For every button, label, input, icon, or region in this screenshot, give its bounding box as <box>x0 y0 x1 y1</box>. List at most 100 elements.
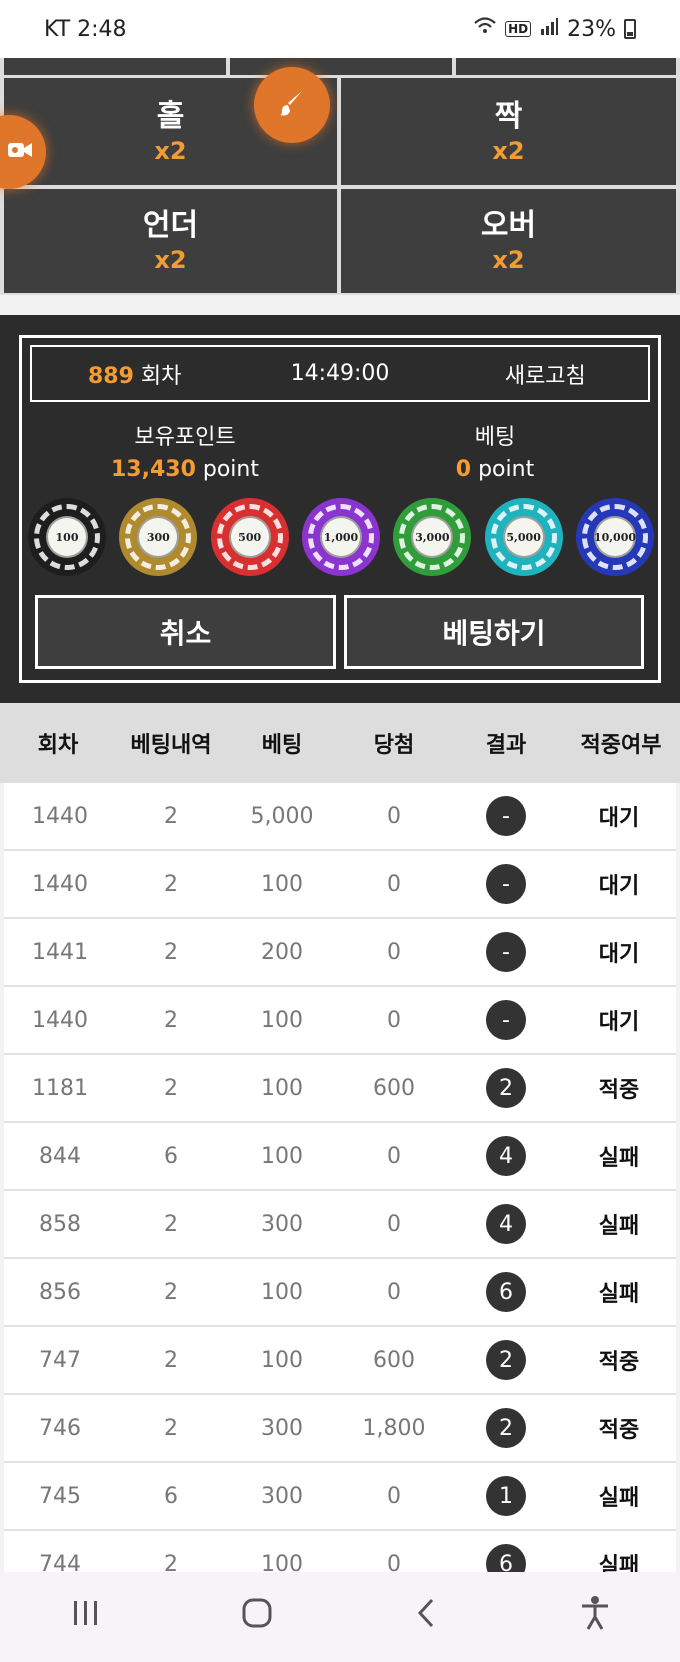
hit-status: 대기 <box>598 874 640 899</box>
round-time: 14:49:00 <box>290 361 390 386</box>
winnings-cell: 0 <box>387 871 401 897</box>
refresh-button[interactable]: 새로고침 <box>443 358 648 390</box>
bet-points-value: 0 <box>455 457 472 482</box>
chip-500[interactable]: 500 <box>210 498 289 576</box>
chip-3000[interactable]: 3,000 <box>393 498 472 576</box>
cancel-button[interactable]: 취소 <box>35 595 336 669</box>
hit-status-cell: 적중 <box>562 1344 676 1376</box>
hit-status-cell: 실패 <box>562 1208 676 1240</box>
bet-option-name: 홀 <box>156 98 185 134</box>
strip-segment <box>230 58 452 75</box>
bet-amount-cell: 300 <box>261 1415 303 1441</box>
hit-status-cell: 대기 <box>562 868 676 900</box>
bet-choice-cell: 2 <box>164 1279 178 1305</box>
result-ball: - <box>486 932 526 972</box>
header-bet-choice: 베팅내역 <box>130 733 212 758</box>
round-cell: 844 <box>39 1143 81 1169</box>
table-row: 1441 2 200 0 - 대기 <box>4 919 676 987</box>
bet-amount-cell: 100 <box>261 871 303 897</box>
result-ball: 4 <box>486 1204 526 1244</box>
winnings-cell: 600 <box>373 1075 415 1101</box>
winnings-cell: 0 <box>387 1279 401 1305</box>
chip-label: 300 <box>137 516 180 558</box>
chip-label: 3,000 <box>411 516 454 558</box>
winnings-cell: 600 <box>373 1347 415 1373</box>
system-nav-bar <box>0 1572 680 1662</box>
hit-status: 실패 <box>598 1214 640 1239</box>
chip-300[interactable]: 300 <box>119 498 198 576</box>
bet-option-over[interactable]: 오버 x2 <box>341 189 676 293</box>
hit-status: 대기 <box>598 942 640 967</box>
place-bet-button[interactable]: 베팅하기 <box>344 595 644 669</box>
chip-100[interactable]: 100 <box>28 498 106 576</box>
chip-label: 5,000 <box>502 516 545 558</box>
header-winnings: 당첨 <box>373 733 415 758</box>
bet-option-name: 짝 <box>494 98 523 134</box>
bet-options-grid: 홀 x2 짝 x2 언더 x2 오버 x2 <box>0 75 680 295</box>
bet-choice-cell: 6 <box>164 1483 178 1509</box>
video-camera-icon <box>7 141 33 163</box>
winnings-cell: 0 <box>387 1483 401 1509</box>
round-cell: 747 <box>39 1347 81 1373</box>
held-points: 보유포인트 13,430 point <box>30 422 340 502</box>
hit-status: 실패 <box>598 1146 640 1171</box>
strip-segment <box>456 58 676 75</box>
winnings-cell: 0 <box>387 1007 401 1033</box>
hit-status-cell: 대기 <box>562 1004 676 1036</box>
bet-amount-cell: 100 <box>261 1347 303 1373</box>
table-body: 1440 2 5,000 0- 대기 1440 2 100 0- 대기 1441 2 200 0- 대기 14… <box>0 783 680 1599</box>
bet-choice-cell: 2 <box>164 1211 178 1237</box>
bet-amount-cell: 100 <box>261 1007 303 1033</box>
result-cell: 4 <box>450 1204 562 1244</box>
battery-icon <box>624 19 636 39</box>
table-row: 1181 2 100 600 2 적중 <box>4 1055 676 1123</box>
result-ball: 2 <box>486 1340 526 1380</box>
chip-1000[interactable]: 1,000 <box>301 498 380 576</box>
bet-choice-cell: 2 <box>164 939 178 965</box>
result-cell: 1 <box>450 1476 562 1516</box>
home-icon[interactable] <box>240 1596 274 1638</box>
result-ball: 2 <box>486 1408 526 1448</box>
round-info: 889 회차 <box>32 358 237 390</box>
chip-5000[interactable]: 5,000 <box>484 498 563 576</box>
bet-option-even[interactable]: 짝 x2 <box>341 78 676 185</box>
result-cell: - <box>450 796 562 836</box>
status-icons: HD 23% <box>473 16 636 42</box>
round-cell: 1440 <box>32 1007 88 1033</box>
bet-choice-cell: 2 <box>164 1415 178 1441</box>
signal-icon <box>539 16 559 42</box>
round-label: 회차 <box>133 363 182 389</box>
hit-status: 대기 <box>598 1010 640 1035</box>
bet-choice-cell: 2 <box>164 1075 178 1101</box>
chip-10000[interactable]: 10,000 <box>575 498 654 576</box>
bet-amount-cell: 100 <box>261 1075 303 1101</box>
result-cell: - <box>450 932 562 972</box>
table-row: 1440 2 100 0 - 대기 <box>4 987 676 1055</box>
point-unit: point <box>471 457 535 482</box>
table-row: 747 2 100 600 2 적중 <box>4 1327 676 1395</box>
bet-choice-cell: 2 <box>164 1347 178 1373</box>
hit-status-cell: 대기 <box>562 936 676 968</box>
hit-status: 적중 <box>598 1418 640 1443</box>
table-row: 745 6 300 0 1 실패 <box>4 1463 676 1531</box>
battery-percent: 23% <box>567 16 616 42</box>
bet-amount-cell: 200 <box>261 939 303 965</box>
hit-status-cell: 실패 <box>562 1480 676 1512</box>
hit-status: 적중 <box>598 1350 640 1375</box>
drawing-tool-button[interactable] <box>254 67 330 143</box>
table-row: 858 2 300 0 4 실패 <box>4 1191 676 1259</box>
result-cell: 4 <box>450 1136 562 1176</box>
result-ball: - <box>486 796 526 836</box>
chip-label: 100 <box>46 516 88 558</box>
paintbrush-icon <box>276 87 308 123</box>
accessibility-icon[interactable] <box>579 1595 611 1639</box>
hit-status-cell: 적중 <box>562 1412 676 1444</box>
back-icon[interactable] <box>412 1596 442 1638</box>
round-cell: 1440 <box>32 871 88 897</box>
strip-segment <box>4 58 226 75</box>
round-cell: 1440 <box>32 803 88 829</box>
status-bar: KT 2:48 HD 23% <box>0 0 680 58</box>
recent-apps-icon[interactable] <box>69 1598 103 1636</box>
hit-status: 실패 <box>598 1486 640 1511</box>
bet-option-under[interactable]: 언더 x2 <box>4 189 337 293</box>
